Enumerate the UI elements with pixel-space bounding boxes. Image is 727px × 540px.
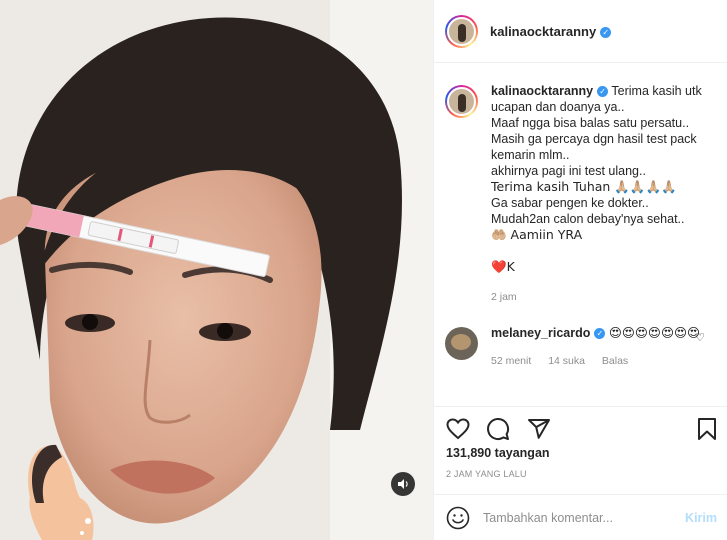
caption-timestamp[interactable]: 2 jam [491, 291, 517, 303]
commenter-username[interactable]: melaney_ricardo [491, 326, 590, 340]
caption-meta: 2 jam [491, 289, 709, 305]
post-media[interactable] [0, 0, 433, 540]
caption-line: Terima kasih utk [611, 84, 702, 98]
bookmark-icon[interactable] [695, 417, 719, 441]
post-sidebar: kalinaocktaranny ✓ kalinaocktaranny ✓ Teri… [433, 0, 727, 540]
verified-icon: ✓ [600, 26, 612, 38]
verified-icon: ✓ [594, 328, 606, 339]
comment-icon[interactable] [486, 417, 510, 441]
caption-line: Terima kasih Tuhan 🙏🏼🙏🏼🙏🏼🙏🏼 [491, 179, 677, 194]
share-icon[interactable] [527, 417, 551, 441]
comment-body: melaney_ricardo ✓ 😍😍😍😍😍😍😍 52 menit 14 suk… [491, 325, 709, 369]
sound-toggle-button[interactable] [391, 472, 415, 496]
caption-line: Ga sabar pengen ke dokter.. [491, 196, 649, 210]
caption-author-username[interactable]: kalinaocktaranny [491, 84, 593, 98]
smile-icon[interactable] [446, 506, 470, 530]
comment-input[interactable] [483, 510, 686, 525]
caption-line: Masih ga percaya dgn hasil test pack [491, 132, 697, 146]
verified-icon: ✓ [597, 86, 609, 97]
comments-section[interactable]: kalinaocktaranny ✓ Terima kasih utk ucapa… [434, 64, 727, 406]
caption-line: 🤲🏼 Aamiin YRA [491, 227, 583, 242]
commenter-avatar[interactable] [445, 327, 478, 360]
post-comment-button[interactable]: Kirim [685, 511, 717, 525]
heart-icon[interactable] [446, 417, 470, 441]
caption-line: kemarin mlm.. [491, 148, 570, 162]
author-avatar[interactable] [445, 14, 478, 48]
sound-icon [398, 479, 408, 489]
caption-line: akhirnya pagi ini test ulang.. [491, 164, 646, 178]
caption-line: Mudah2an calon debay'nya sehat.. [491, 212, 685, 226]
caption-body: kalinaocktaranny ✓ Terima kasih utk ucapa… [491, 83, 709, 305]
comment-reply-button[interactable]: Balas [602, 355, 628, 367]
caption-line: Maaf ngga bisa balas satu persatu.. [491, 116, 690, 130]
post-actions [434, 406, 727, 450]
caption-author-avatar[interactable] [445, 85, 478, 118]
caption-signature: ❤️K [491, 259, 515, 274]
author-username[interactable]: kalinaocktaranny ✓ [490, 24, 612, 39]
comment-text: 😍😍😍😍😍😍😍 [608, 325, 701, 340]
post-date[interactable]: 2 JAM YANG LALU [446, 469, 527, 479]
comment-composer: Kirim [434, 494, 727, 540]
caption-line: ucapan dan doanya ya.. [491, 100, 625, 114]
view-count[interactable]: 131,890 tayangan [446, 446, 550, 460]
comment-timestamp[interactable]: 52 menit [491, 355, 531, 367]
comment-like-heart-icon[interactable]: ♡ [695, 331, 705, 344]
post-header: kalinaocktaranny ✓ [434, 0, 727, 63]
comment-row: melaney_ricardo ✓ 😍😍😍😍😍😍😍 52 menit 14 suk… [445, 325, 727, 369]
comment-meta: 52 menit 14 suka Balas [491, 353, 709, 369]
pregnancy-sticker [28, 444, 94, 540]
caption-row: kalinaocktaranny ✓ Terima kasih utk ucapa… [445, 83, 727, 305]
comment-likes[interactable]: 14 suka [548, 355, 585, 367]
